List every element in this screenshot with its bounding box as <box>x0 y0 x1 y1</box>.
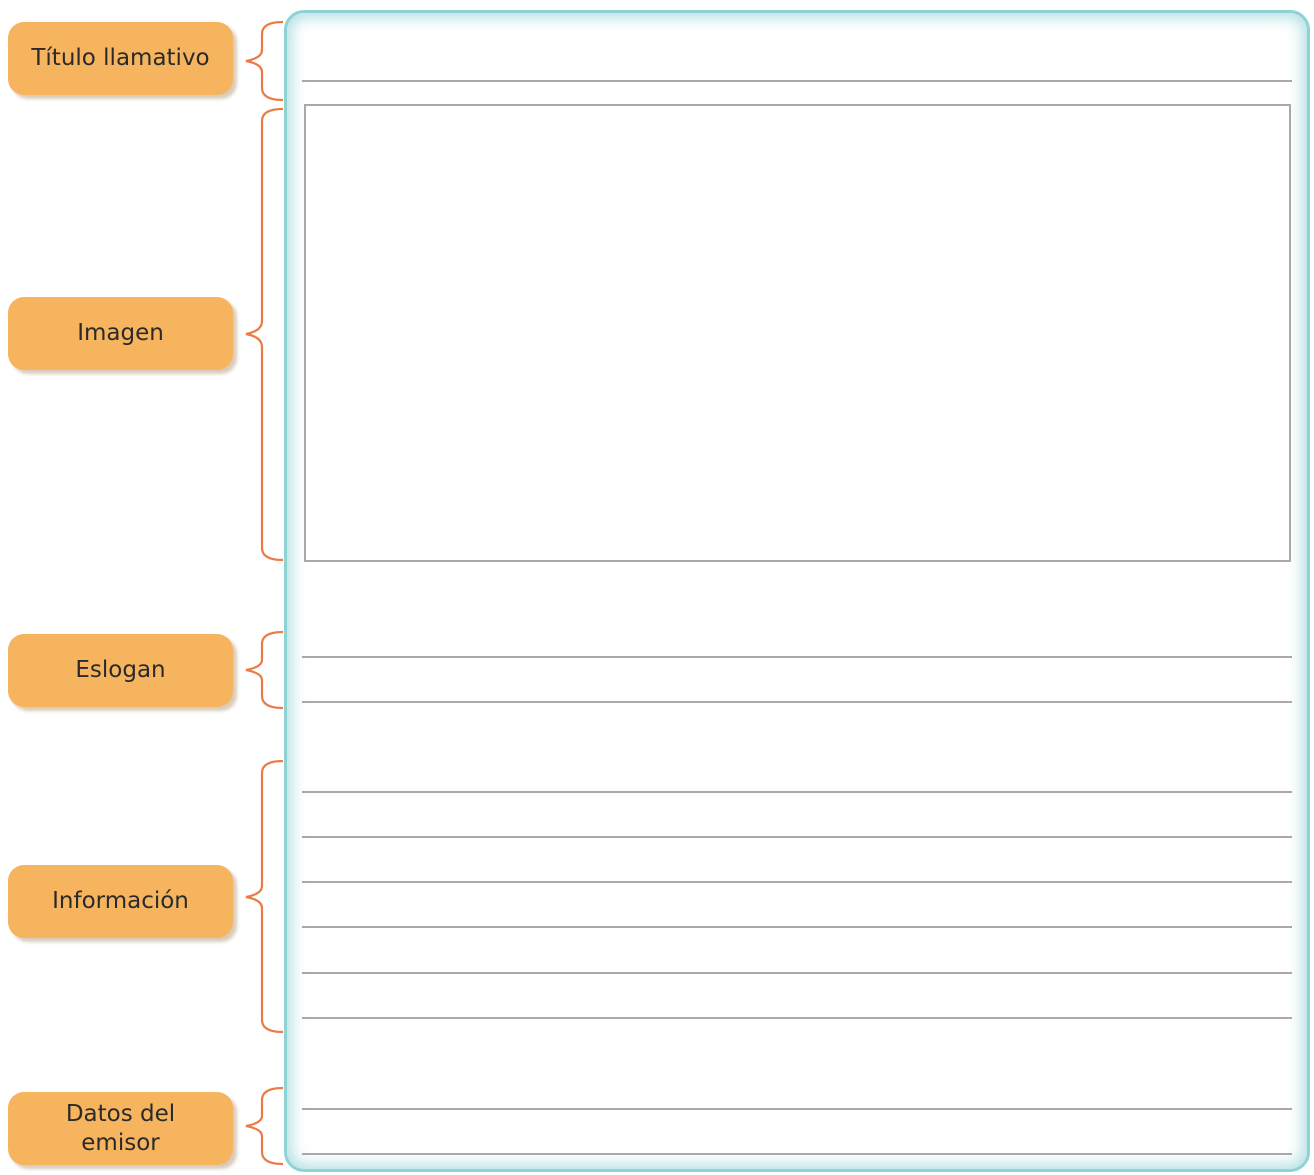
slogan-write-line[interactable] <box>302 656 1292 658</box>
slogan-write-line[interactable] <box>302 701 1292 703</box>
info-write-line[interactable] <box>302 972 1292 974</box>
image-box[interactable] <box>304 104 1291 562</box>
info-label: Información <box>8 865 233 938</box>
sender-brace <box>245 1086 284 1166</box>
info-brace <box>245 759 284 1034</box>
slogan-label-text: Eslogan <box>75 657 166 684</box>
slogan-label: Eslogan <box>8 634 233 707</box>
image-label: Imagen <box>8 297 233 370</box>
sender-label: Datos del emisor <box>8 1092 233 1165</box>
image-brace <box>245 107 284 562</box>
title-label-text: Título llamativo <box>31 45 210 72</box>
sender-write-line[interactable] <box>302 1108 1292 1110</box>
info-write-line[interactable] <box>302 836 1292 838</box>
sender-label-text: Datos del emisor <box>65 1100 176 1156</box>
info-write-line[interactable] <box>302 926 1292 928</box>
image-label-text: Imagen <box>77 320 164 347</box>
info-label-text: Información <box>52 888 189 915</box>
info-write-line[interactable] <box>302 881 1292 883</box>
info-write-line[interactable] <box>302 791 1292 793</box>
title-label: Título llamativo <box>8 22 233 95</box>
info-write-line[interactable] <box>302 1017 1292 1019</box>
sender-write-line[interactable] <box>302 1153 1292 1155</box>
title-write-line[interactable] <box>302 80 1292 82</box>
title-brace <box>245 20 284 102</box>
slogan-brace <box>245 630 284 710</box>
